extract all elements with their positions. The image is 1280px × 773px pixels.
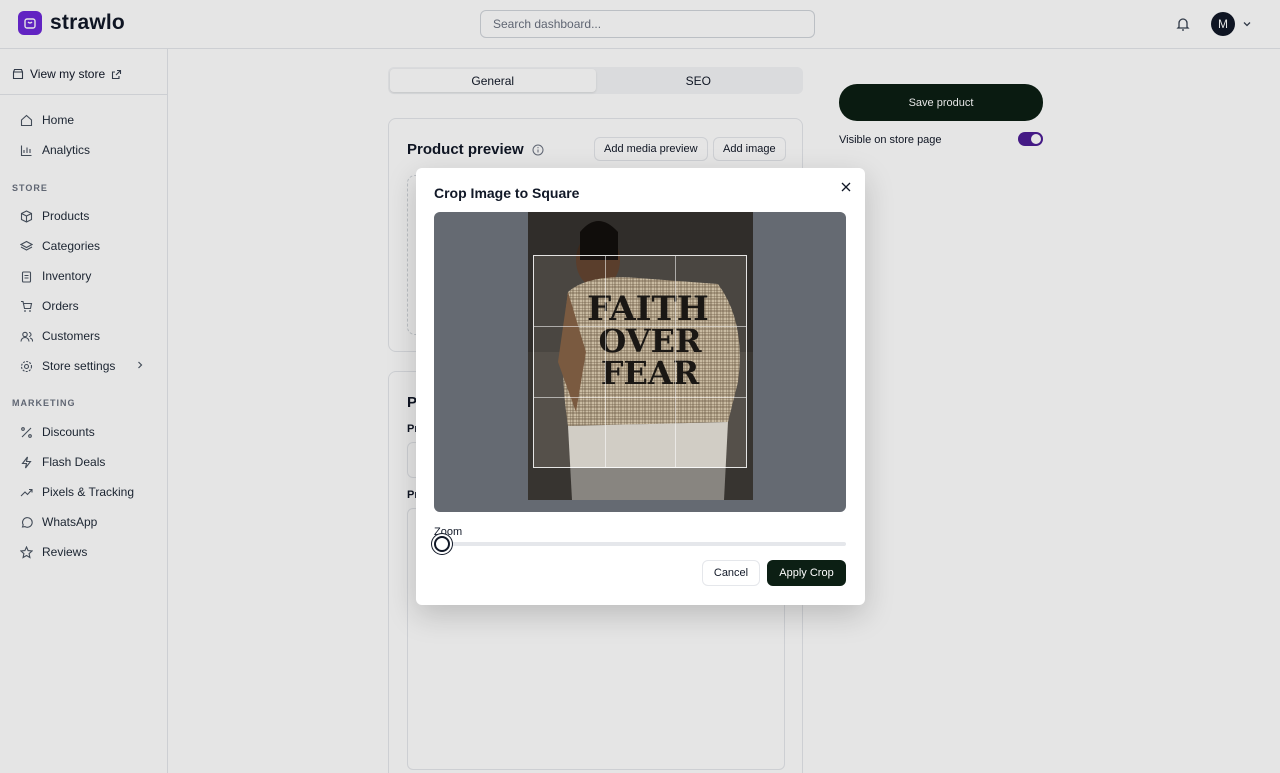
zoom-slider-track[interactable] xyxy=(434,542,846,546)
crop-selection[interactable] xyxy=(533,255,747,468)
crop-area[interactable]: FAITH OVER FEAR xyxy=(434,212,846,512)
crop-grid-line xyxy=(534,396,746,398)
crop-grid-line xyxy=(534,326,746,328)
zoom-slider-thumb[interactable] xyxy=(434,536,450,552)
crop-modal-title: Crop Image to Square xyxy=(434,185,580,201)
apply-crop-button[interactable]: Apply Crop xyxy=(767,560,846,586)
crop-grid-line xyxy=(675,256,677,467)
close-icon[interactable] xyxy=(840,181,852,193)
crop-modal: Crop Image to Square FAITH OVER FEAR Zoo… xyxy=(416,168,865,605)
cancel-button[interactable]: Cancel xyxy=(702,560,760,586)
crop-grid-line xyxy=(604,256,606,467)
